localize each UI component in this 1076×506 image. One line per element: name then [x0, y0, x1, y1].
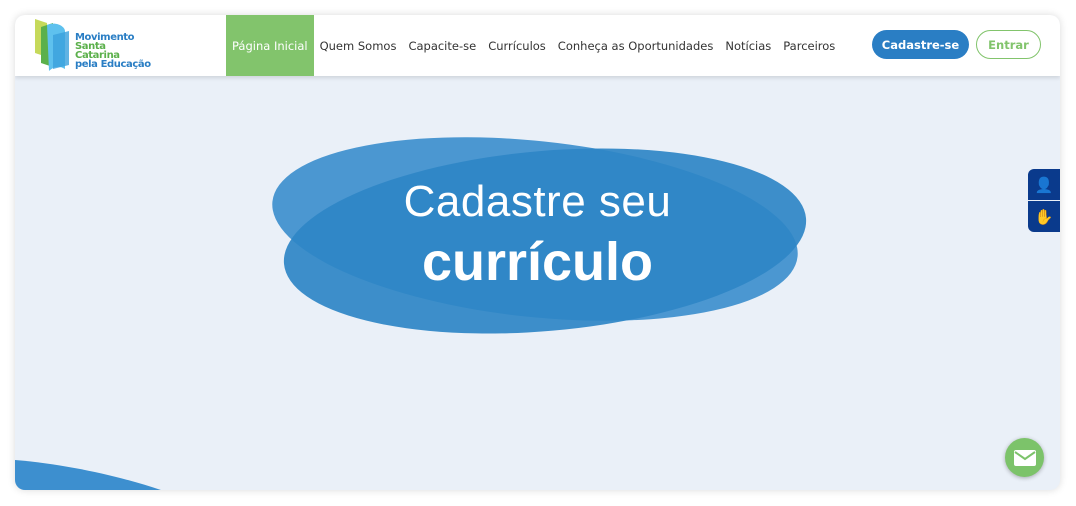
sign-language-hands-icon: ✋: [1034, 207, 1054, 226]
nav-curriculos[interactable]: Currículos: [482, 15, 552, 76]
logo-line-3: pela Educação: [75, 59, 151, 70]
nav-parceiros[interactable]: Parceiros: [777, 15, 841, 76]
sign-language-button[interactable]: ✋: [1028, 201, 1060, 232]
bottom-wave: [15, 460, 161, 490]
hero-line-1: Cadastre seu: [403, 177, 672, 226]
hero-line-2: currículo: [421, 232, 654, 292]
main-nav: Página Inicial Quem Somos Capacite-se Cu…: [226, 15, 841, 76]
speaker-person-icon: 👤: [1034, 175, 1054, 194]
nav-noticias[interactable]: Notícias: [719, 15, 777, 76]
contact-mail-button[interactable]: [1005, 438, 1044, 477]
nav-quem-somos[interactable]: Quem Somos: [314, 15, 403, 76]
signup-button[interactable]: Cadastre-se: [872, 30, 969, 59]
page: Movimento Santa Catarina pela Educação P…: [15, 15, 1060, 490]
header: Movimento Santa Catarina pela Educação P…: [15, 15, 1060, 76]
login-button[interactable]: Entrar: [976, 30, 1041, 59]
nav-capacite-se[interactable]: Capacite-se: [402, 15, 482, 76]
envelope-icon: [1013, 449, 1036, 466]
logo-icon: [35, 19, 69, 71]
audio-accessibility-button[interactable]: 👤: [1028, 169, 1060, 200]
logo-line-2: Santa Catarina: [75, 41, 120, 61]
nav-pagina-inicial[interactable]: Página Inicial: [226, 15, 314, 76]
nav-oportunidades[interactable]: Conheça as Oportunidades: [552, 15, 720, 76]
logo[interactable]: Movimento Santa Catarina pela Educação: [33, 17, 153, 73]
